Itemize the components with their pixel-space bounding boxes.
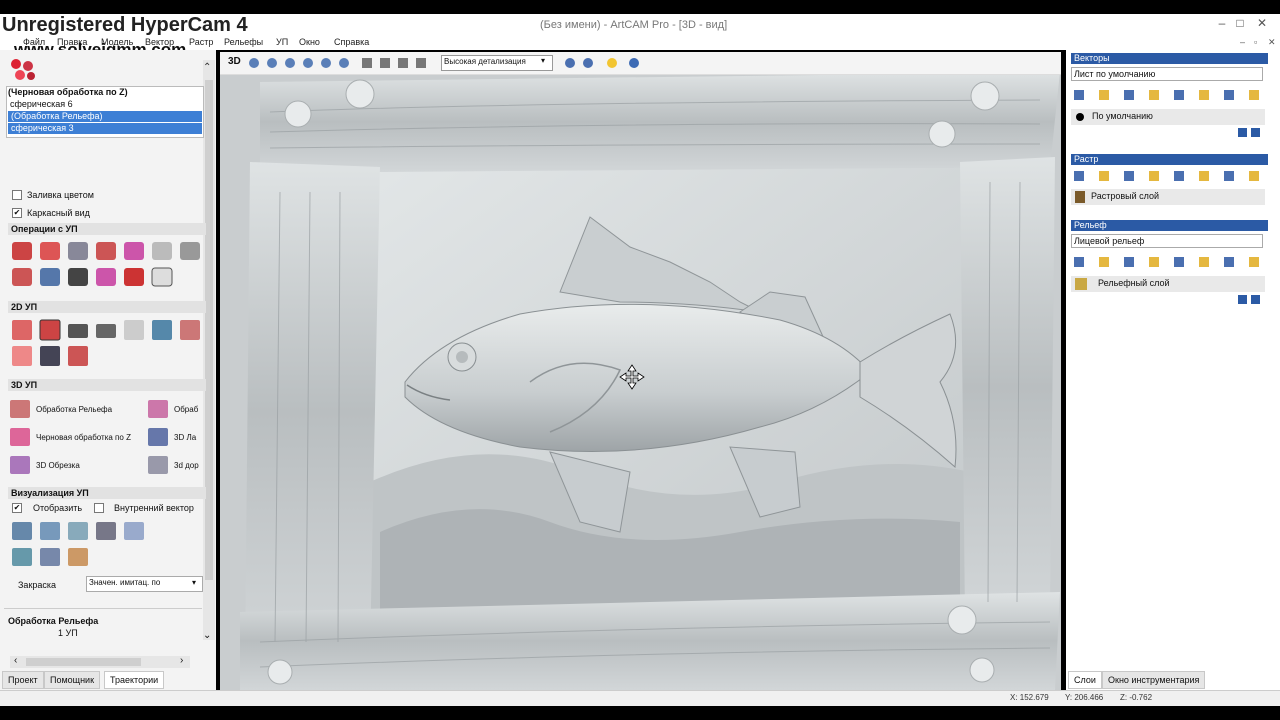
- recorder-bottom-bar: [0, 706, 1280, 720]
- raster-tools[interactable]: [1072, 168, 1266, 184]
- menu-window[interactable]: Окно: [299, 37, 320, 47]
- shading-label: Закраска: [18, 580, 57, 590]
- vector-layer-add-icons[interactable]: [1238, 128, 1262, 138]
- 3d-viewport[interactable]: [220, 52, 1061, 690]
- section-3d-toolpaths[interactable]: 3D УП: [8, 379, 206, 391]
- recorder-top-bar: [0, 0, 1280, 14]
- toolpath-logo-icon: [10, 58, 36, 82]
- status-z: Z: -0.762: [1120, 693, 1153, 702]
- vectors-header[interactable]: Векторы: [1071, 53, 1268, 64]
- detail-level-value: Высокая детализация: [444, 57, 526, 66]
- 3d-laser-label[interactable]: 3D Ла: [174, 433, 196, 442]
- visualization-icons: [10, 520, 160, 568]
- relief-model: [220, 52, 1061, 690]
- tree-item-tool-ball3[interactable]: сферическая 3: [8, 123, 202, 134]
- wireframe-checkbox[interactable]: ✔: [12, 208, 22, 218]
- shading-dropdown-icon[interactable]: ▾: [192, 578, 196, 587]
- mdi-restore-button[interactable]: ▫: [1254, 37, 1257, 47]
- divider: [4, 608, 202, 609]
- machining-icon[interactable]: [148, 400, 168, 418]
- toolpath-ops-icons: [10, 240, 205, 292]
- 3d-trim-icon[interactable]: [10, 456, 30, 474]
- inner-vector-checkbox[interactable]: [94, 503, 104, 513]
- tree-item-tool-ball6[interactable]: сферическая 6: [10, 99, 73, 109]
- expand-chevron-icon[interactable]: ⌄: [203, 630, 211, 641]
- z-roughing-icon[interactable]: [10, 428, 30, 446]
- mdi-close-button[interactable]: ✕: [1268, 37, 1276, 48]
- shading-select-value: Значен. имитац. по: [89, 578, 161, 587]
- collapse-chevron-icon[interactable]: ⌃: [203, 62, 211, 73]
- status-x: X: 152.679: [1010, 693, 1049, 702]
- view-extra-icons[interactable]: [562, 55, 647, 71]
- toolpath-count: 1 УП: [58, 628, 78, 638]
- relief-machining-label[interactable]: Обработка Рельефа: [36, 405, 112, 414]
- scroll-right-icon[interactable]: ›: [180, 655, 183, 666]
- 3d-extra-icon[interactable]: [148, 456, 168, 474]
- relief-tools[interactable]: [1072, 254, 1266, 270]
- minimize-button[interactable]: –: [1212, 16, 1232, 30]
- layer-color-icon: [1076, 113, 1084, 121]
- relief-select[interactable]: Лицевой рельеф: [1071, 234, 1263, 248]
- tree-item-relief-machining[interactable]: (Обработка Рельефа): [8, 111, 202, 122]
- menu-help[interactable]: Справка: [334, 37, 369, 47]
- tab-project[interactable]: Проект: [2, 671, 44, 689]
- tab-layers[interactable]: Слои: [1068, 671, 1102, 689]
- vector-layer-label: По умолчанию: [1092, 111, 1153, 121]
- window-title: (Без имени) - ArtCAM Pro - [3D - вид]: [540, 19, 728, 31]
- section-toolpath-visualization[interactable]: Визуализация УП: [8, 487, 206, 499]
- show-checkbox[interactable]: ✔: [12, 503, 22, 513]
- z-roughing-label[interactable]: Черновая обработка по Z: [36, 433, 131, 442]
- relief-machining-icon[interactable]: [10, 400, 30, 418]
- close-button[interactable]: ✕: [1252, 16, 1272, 30]
- relief-layer-icon: [1075, 278, 1087, 290]
- relief-header[interactable]: Рельеф: [1071, 220, 1268, 231]
- show-label: Отобразить: [33, 503, 83, 513]
- tab-toolpaths[interactable]: Траектории: [104, 671, 165, 689]
- selected-toolpath-name: Обработка Рельефа: [8, 616, 99, 626]
- section-2d-toolpaths[interactable]: 2D УП: [8, 301, 206, 313]
- view-tool-icons[interactable]: [246, 55, 436, 71]
- 3d-trim-label[interactable]: 3D Обрезка: [36, 461, 80, 470]
- machining-label[interactable]: Обраб: [174, 405, 198, 414]
- relief-layer-label: Рельефный слой: [1098, 278, 1170, 288]
- detail-dropdown-icon[interactable]: ▾: [541, 56, 545, 65]
- relief-layer-add-icons[interactable]: [1238, 295, 1262, 305]
- maximize-button[interactable]: □: [1230, 16, 1250, 30]
- left-h-scrollbar[interactable]: [10, 656, 190, 668]
- raster-header[interactable]: Растр: [1071, 154, 1268, 165]
- inner-vector-label: Внутренний вектор: [114, 503, 194, 513]
- menu-reliefs[interactable]: Рельефы: [224, 37, 263, 47]
- tab-toolbox[interactable]: Окно инструментария: [1102, 671, 1206, 689]
- view-mode-label[interactable]: 3D: [228, 56, 241, 67]
- tree-item-roughing[interactable]: (Черновая обработка по Z): [8, 87, 128, 97]
- raster-layer-icon: [1075, 191, 1085, 203]
- vectors-sheet-select[interactable]: Лист по умолчанию: [1071, 67, 1263, 81]
- raster-layer-label: Растровый слой: [1091, 191, 1160, 201]
- vector-layer-tools[interactable]: [1072, 87, 1266, 103]
- 3d-extra-label[interactable]: 3d дор: [174, 461, 199, 470]
- menu-raster[interactable]: Растр: [189, 37, 213, 47]
- toolpath-2d-icons: [10, 318, 205, 370]
- mdi-minimize-button[interactable]: –: [1240, 37, 1245, 47]
- 3d-laser-icon[interactable]: [148, 428, 168, 446]
- tab-assistant[interactable]: Помощник: [44, 671, 101, 689]
- layers-panel: [1066, 50, 1280, 690]
- section-toolpath-ops[interactable]: Операции с УП: [8, 223, 206, 235]
- wireframe-label: Каркасный вид: [27, 208, 90, 218]
- scroll-left-icon[interactable]: ‹: [14, 655, 17, 666]
- recorder-watermark: Unregistered HyperCam 4: [2, 14, 248, 36]
- fill-color-label: Заливка цветом: [27, 190, 94, 200]
- status-y: Y: 206.466: [1065, 693, 1104, 702]
- fill-color-checkbox[interactable]: [12, 190, 22, 200]
- menu-toolpaths[interactable]: УП: [276, 37, 288, 47]
